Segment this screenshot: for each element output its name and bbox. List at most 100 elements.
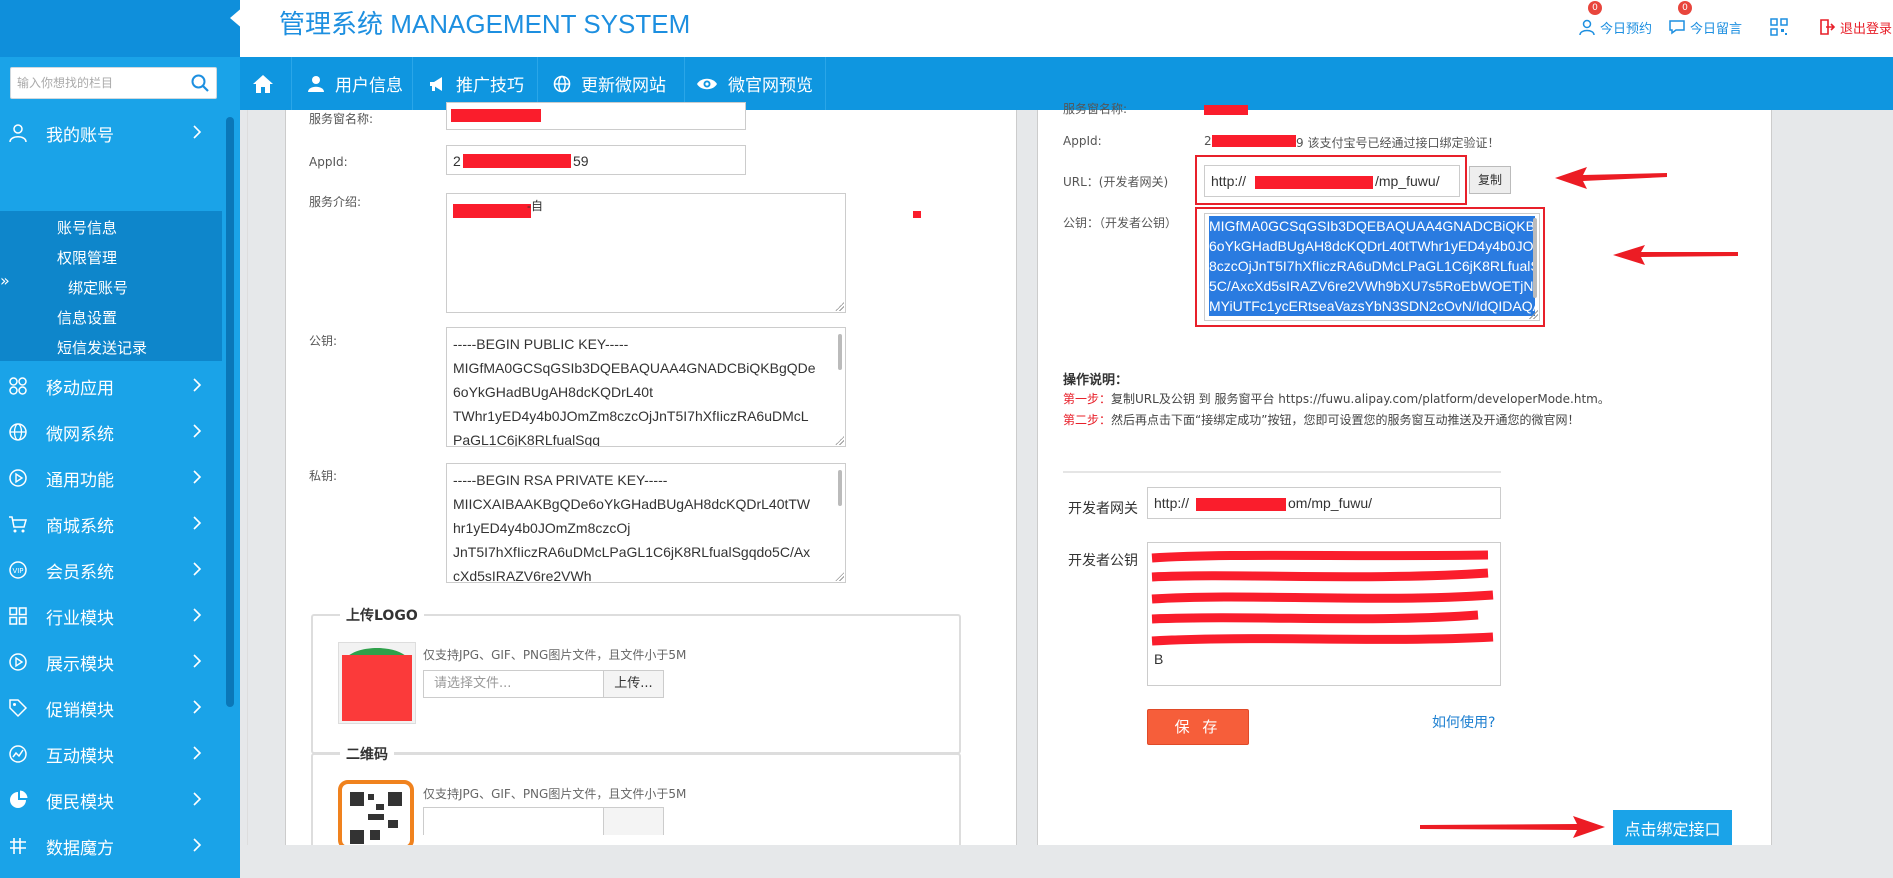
sidebar-search-input[interactable] [11, 68, 193, 98]
search-icon[interactable] [190, 73, 210, 93]
submenu-item-bind-account[interactable]: 绑定账号 [68, 277, 128, 298]
resize-handle[interactable] [835, 302, 844, 311]
pubkey-line-selected: MIGfMA0GCSqGSIb3DQEBAQUAA4GNADCBiQKBgQDe [1209, 216, 1535, 236]
sidebar-item-my-account[interactable]: 我的账号 [0, 111, 222, 155]
chevron-right-icon [193, 378, 202, 392]
qrcode-upload-button[interactable] [603, 807, 664, 835]
play-circle-icon [9, 653, 27, 671]
tag-icon [9, 699, 28, 718]
redaction-mark [1255, 176, 1373, 189]
sidebar-item-mall[interactable]: 商城系统 [0, 502, 222, 546]
nav-home[interactable] [252, 57, 284, 110]
home-icon [253, 74, 273, 93]
gateway-input[interactable]: http:// om/mp_fuwu/ [1147, 487, 1501, 519]
save-button[interactable]: 保 存 [1147, 709, 1249, 745]
sidebar-item-label: 我的账号 [46, 125, 114, 146]
sidebar-item-label: 互动模块 [46, 746, 114, 767]
url-prefix: http:// [1211, 173, 1247, 189]
submenu-item-account-info[interactable]: 账号信息 [57, 217, 117, 238]
logo-file-input[interactable]: 请选择文件... [423, 670, 604, 698]
sidebar-item-data-cube[interactable]: 数据魔方 [0, 824, 222, 868]
logout-button[interactable]: 退出登录 [1818, 12, 1892, 42]
chevron-right-icon [193, 700, 202, 714]
public-key-line: -----BEGIN PUBLIC KEY----- [453, 336, 629, 352]
resize-handle[interactable] [1529, 310, 1538, 319]
resize-handle[interactable] [835, 572, 844, 581]
today-messages[interactable]: 0 今日留言 [1668, 1, 1742, 42]
private-key-label: 私钥: [309, 469, 338, 483]
private-key-line: -----BEGIN RSA PRIVATE KEY----- [453, 472, 668, 488]
reservation-count-badge: 0 [1588, 1, 1602, 15]
redaction-mark [913, 211, 921, 218]
public-key-textarea[interactable]: -----BEGIN PUBLIC KEY----- MIGfMA0GCSqGS… [446, 327, 846, 447]
sidebar-item-label: 展示模块 [46, 654, 114, 675]
today-reservations-label: 今日预约 [1600, 21, 1653, 37]
sidebar-item-general-functions[interactable]: 通用功能 [0, 456, 222, 500]
data-icon [10, 838, 26, 854]
logo-upload-button[interactable]: 上传... [603, 670, 664, 698]
apps-icon [9, 377, 27, 395]
submenu-item-info-settings[interactable]: 信息设置 [57, 307, 117, 328]
person-icon [1579, 19, 1595, 36]
chevron-right-icon [193, 562, 202, 576]
sidebar-scrollbar[interactable] [226, 117, 234, 707]
how-to-use-link[interactable]: 如何使用? [1432, 712, 1495, 732]
service-name-input[interactable] [446, 102, 746, 130]
nav-user-info[interactable]: 用户信息 [307, 57, 403, 110]
developer-config-panel: 服务窗名称: AppId: 2 9 该支付宝号已经通过接口绑定验证！ URL：(… [1037, 102, 1772, 850]
copy-url-button[interactable]: 复制 [1469, 166, 1511, 194]
submenu-item-permissions[interactable]: 权限管理 [57, 247, 117, 268]
account-submenu: 账号信息 权限管理 » 绑定账号 信息设置 短信发送记录 [0, 211, 222, 361]
svg-text:VIP: VIP [12, 567, 23, 575]
today-reservations[interactable]: 0 今日预约 [1578, 1, 1653, 42]
resize-handle[interactable] [835, 436, 844, 445]
textarea-scrollbar[interactable] [838, 334, 842, 370]
nav-divider [825, 57, 826, 110]
intro-textarea[interactable]: -自 [446, 193, 846, 313]
sidebar-item-label: 促销模块 [46, 700, 114, 721]
globe-icon [9, 423, 27, 441]
chevron-right-icon [193, 470, 202, 484]
sidebar-item-industry[interactable]: 行业模块 [0, 594, 222, 638]
redaction-mark [1196, 498, 1286, 511]
step-1-label: 第一步： [1063, 392, 1112, 406]
system-title: 管理系统 MANAGEMENT SYSTEM [279, 9, 691, 39]
chevron-right-icon [193, 608, 202, 622]
sidebar-item-micro-site[interactable]: 微网系统 [0, 410, 222, 454]
private-key-textarea[interactable]: -----BEGIN RSA PRIVATE KEY----- MIICXAIB… [446, 463, 846, 583]
globe-icon [553, 75, 571, 92]
qrcode-upload-hint: 仅支持JPG、GIF、PNG图片文件，且文件小于5M [423, 787, 687, 801]
developer-pubkey-textarea[interactable]: MIGfMA0GCSqGSIb3DQEBAQUAA4GNADCBiQKBgQDe… [1204, 213, 1540, 321]
sidebar-item-membership[interactable]: VIP 会员系统 [0, 548, 222, 592]
sidebar-item-promotion[interactable]: 促销模块 [0, 686, 222, 730]
sidebar-search [10, 67, 217, 99]
chat-icon [1669, 20, 1685, 35]
pubkey-line-selected: 5C/AxcXd5sIRAZV6re2VWh9bXU7s5RoEbWOETjNu… [1209, 276, 1535, 296]
textarea-scrollbar[interactable] [838, 470, 842, 506]
developer-url-input[interactable]: http:// /mp_fuwu/ [1204, 165, 1460, 197]
bind-interface-button[interactable]: 点击绑定接口 [1613, 810, 1732, 850]
qrcode-button[interactable] [1770, 12, 1788, 42]
sidebar-item-mobile-apps[interactable]: 移动应用 [0, 364, 222, 408]
gateway-suffix: om/mp_fuwu/ [1288, 495, 1373, 511]
intro-tail: -自 [527, 199, 543, 213]
submenu-item-sms-records[interactable]: 短信发送记录 [57, 337, 147, 358]
grid-icon [9, 607, 27, 625]
nav-promotion-tips-label: 推广技巧 [456, 76, 524, 96]
divider [1063, 471, 1501, 473]
dev-pubkey-textarea[interactable]: B [1147, 542, 1501, 686]
sidebar-item-label: 数据魔方 [46, 838, 114, 859]
qrcode-section-title: 二维码 [340, 744, 394, 764]
sidebar-item-label: 行业模块 [46, 608, 114, 629]
textarea-scrollbar[interactable] [1533, 218, 1537, 298]
nav-site-preview-label: 微官网预览 [728, 76, 813, 96]
appid-prefix: 2 [453, 153, 461, 169]
sidebar-item-label: 便民模块 [46, 792, 114, 813]
qrcode-file-input[interactable] [423, 807, 604, 835]
chevron-right-icon [193, 424, 202, 438]
dev-pubkey-tail: B [1154, 651, 1164, 667]
sidebar-item-interaction[interactable]: 互动模块 [0, 732, 222, 776]
sidebar-item-convenience[interactable]: 便民模块 [0, 778, 222, 822]
appid-input[interactable]: 2 59 [446, 145, 746, 175]
sidebar-item-display[interactable]: 展示模块 [0, 640, 222, 684]
